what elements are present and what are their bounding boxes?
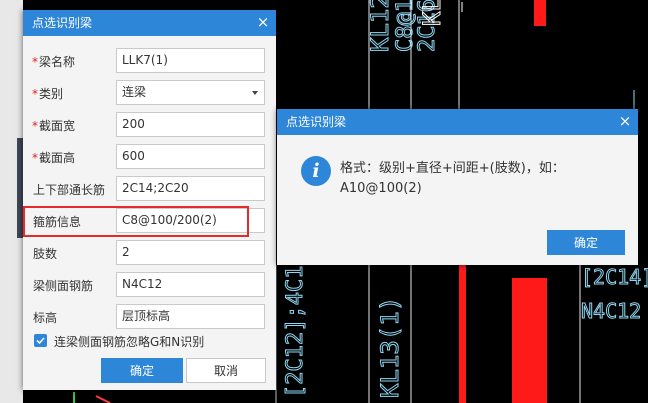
cad-label-kl-white: KL <box>418 0 446 26</box>
field-row-section-width: *截面宽 200 <box>23 112 276 138</box>
cad-label-kl12: KL12( <box>366 0 394 52</box>
field-row-category: *类别 连梁 <box>23 80 276 106</box>
ignore-gn-checkbox-label: 连梁侧面钢筋忽略G和N识别 <box>54 335 205 349</box>
chevron-down-icon <box>252 91 258 95</box>
field-label: 肢数 <box>33 247 58 261</box>
field-row-leg-count: 肢数 2 <box>23 240 276 266</box>
continuous-rebar-input[interactable]: 2C14;2C20 <box>116 176 265 201</box>
cad-label-kl13: KL13(1) <box>376 297 404 398</box>
info-icon: i <box>301 156 331 186</box>
cad-label-n4c12: N4C12 <box>581 299 641 323</box>
side-rebar-input[interactable]: N4C12 <box>116 272 265 297</box>
identify-beam-dialog: 点选识别梁 × *梁名称 LLK7(1) *类别 连梁 *截面宽 200 *截面… <box>23 10 276 390</box>
cad-axis-mark <box>95 395 111 403</box>
format-hint-text: 格式：级别+直径+间距+(肢数)，如： <box>340 161 565 176</box>
format-hint-dialog-titlebar[interactable]: 点选识别梁 × <box>277 109 638 135</box>
field-row-side-rebar: 梁侧面钢筋 N4C12 <box>23 272 276 298</box>
field-row-continuous-rebar: 上下部通长筋 2C14;2C20 <box>23 176 276 202</box>
field-row-elevation: 标高 层顶标高 <box>23 304 276 330</box>
cancel-button[interactable]: 取消 <box>186 358 266 383</box>
category-select-value: 连梁 <box>122 85 147 99</box>
field-label: *截面宽 <box>32 119 76 133</box>
beam-name-input[interactable]: LLK7(1) <box>116 48 265 73</box>
field-row-section-height: *截面高 600 <box>23 144 276 170</box>
checkmark-icon <box>36 337 45 345</box>
field-label: 上下部通长筋 <box>33 183 106 197</box>
identify-beam-dialog-titlebar[interactable]: 点选识别梁 × <box>23 10 276 36</box>
cad-red-column-top <box>534 0 546 26</box>
identify-beam-dialog-title: 点选识别梁 <box>32 16 93 30</box>
section-width-input[interactable]: 200 <box>116 112 265 137</box>
ok-button[interactable]: 确定 <box>101 358 183 383</box>
close-icon[interactable]: × <box>612 109 638 135</box>
cad-label-2c14: [2C14]; <box>581 265 648 289</box>
elevation-input[interactable]: 层顶标高 <box>116 304 265 329</box>
cad-red-column-bottom <box>512 278 547 403</box>
ignore-gn-checkbox[interactable] <box>34 334 47 347</box>
cad-red-column-mid <box>459 265 466 403</box>
close-icon[interactable]: × <box>250 10 276 36</box>
field-label: *梁名称 <box>32 55 76 69</box>
hint-ok-button[interactable]: 确定 <box>547 230 625 255</box>
format-example-text: A10@100(2) <box>340 181 422 196</box>
field-row-beam-name: *梁名称 LLK7(1) <box>23 48 276 74</box>
stirrup-highlight-annotation <box>23 206 249 237</box>
field-label: *类别 <box>32 87 64 101</box>
leg-count-input[interactable]: 2 <box>116 240 265 265</box>
section-height-input[interactable]: 600 <box>116 144 265 169</box>
format-hint-dialog: 点选识别梁 × i 格式：级别+直径+间距+(肢数)，如： A10@100(2)… <box>277 109 638 265</box>
category-select[interactable]: 连梁 <box>116 80 265 105</box>
field-label: 梁侧面钢筋 <box>33 279 94 293</box>
field-label: *截面高 <box>32 151 76 165</box>
format-hint-dialog-title: 点选识别梁 <box>286 115 347 129</box>
field-label: 标高 <box>33 311 58 325</box>
